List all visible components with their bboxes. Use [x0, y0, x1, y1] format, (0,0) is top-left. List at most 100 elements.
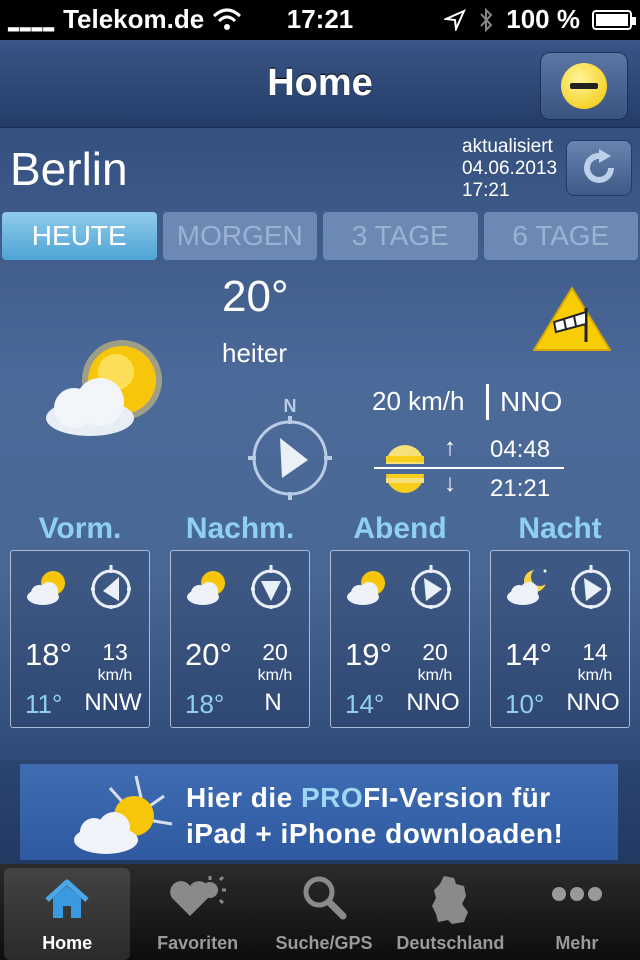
promo-text-pro: PRO: [300, 782, 364, 813]
tab-3-tage[interactable]: 3 TAGE: [323, 212, 478, 260]
tabbar-mehr[interactable]: Mehr: [514, 864, 640, 960]
period-box: 19° 20 km/h 14° NNO: [330, 550, 470, 728]
battery-percent: 100 %: [506, 4, 580, 34]
updated-date: 04.06.2013: [462, 158, 558, 179]
weather-panel: Berlin aktualisiert 04.06.2013 17:21 HEU…: [0, 128, 640, 760]
period-wind-speed: 20: [262, 639, 288, 665]
sunrise-arrow-icon: ↑: [444, 434, 456, 461]
period-wind-speed: 20: [422, 639, 448, 665]
status-bar: ▂▂▂▂ Telekom.de 17:21 100 %: [0, 0, 640, 40]
location-icon: [444, 8, 467, 31]
current-condition: heiter: [222, 338, 288, 368]
period-temp-max: 20°: [185, 637, 232, 672]
tabbar-label: Suche/GPS: [275, 933, 373, 953]
period-temp-max: 18°: [25, 637, 72, 672]
period-wind-unit: km/h: [417, 667, 453, 684]
period-temp-max: 14°: [505, 637, 552, 672]
navigation-bar: Home: [0, 40, 640, 128]
wind-direction-icon: [411, 565, 451, 609]
tabbar-suche-gps[interactable]: Suche/GPS: [261, 864, 387, 960]
updated-info: aktualisiert 04.06.2013 17:21: [462, 136, 557, 202]
tab-6-tage[interactable]: 6 TAGE: [483, 212, 638, 260]
period-box: 20° 20 km/h 18° N: [170, 550, 310, 728]
sun-cloud-icon: [74, 775, 173, 854]
forecast-tabs: HEUTE MORGEN 3 TAGE 6 TAGE: [2, 212, 638, 260]
period-temp-min: 14°: [345, 689, 385, 719]
current-temperature: 20°: [222, 272, 289, 321]
germany-map-icon: [432, 876, 469, 924]
wind-direction-icon: [251, 565, 291, 609]
period-name: Nachm.: [185, 512, 295, 545]
period-temp-min: 11°: [25, 689, 63, 719]
period-wind-dir: NNO: [566, 689, 620, 716]
period-temp-max: 19°: [345, 637, 392, 672]
tabbar-label: Favoriten: [157, 933, 239, 953]
period-name: Nacht: [518, 512, 602, 545]
wind-speed: 20 km/h: [372, 386, 465, 416]
period-wind-dir: N: [264, 689, 282, 716]
period-wind-unit: km/h: [577, 667, 613, 684]
period-vormittag[interactable]: Vorm. 18° 13 km/h 11° NNW: [0, 508, 160, 760]
battery-icon: [592, 9, 636, 30]
tab-morgen[interactable]: MORGEN: [162, 212, 317, 260]
minus-icon: [561, 63, 607, 109]
tabbar-deutschland[interactable]: Deutschland: [387, 864, 513, 960]
compass-icon: N: [248, 396, 332, 500]
tab-heute[interactable]: HEUTE: [2, 212, 157, 260]
favorites-icon: [169, 875, 226, 916]
period-wind-dir: NNO: [406, 689, 460, 716]
sun-divider: [374, 467, 564, 469]
tabbar-favoriten[interactable]: Favoriten: [134, 864, 260, 960]
tabbar-home[interactable]: Home: [4, 868, 131, 960]
period-wind-unit: km/h: [97, 667, 133, 684]
period-wind-speed: 14: [582, 639, 608, 665]
sun-cloud-icon: [187, 571, 225, 605]
promo-text-pre: Hier die: [186, 782, 301, 813]
tab-bar: Home Favoriten Suche/GPS Deutschland Meh…: [0, 864, 640, 960]
tabbar-label: Deutschland: [396, 933, 505, 953]
period-nachmittag[interactable]: Nachm. 20° 20 km/h 18° N: [160, 508, 320, 760]
sun-cloud-icon: [347, 571, 385, 605]
sunrise-sunset-icon: [386, 445, 424, 493]
compass-north-label: N: [284, 396, 297, 416]
updated-label: aktualisiert: [462, 136, 553, 157]
updated-time: 17:21: [462, 180, 510, 201]
period-temp-min: 18°: [185, 689, 225, 719]
period-wind-unit: km/h: [257, 667, 293, 684]
home-icon: [45, 879, 89, 918]
promo-banner[interactable]: Hier die PROFI-Version für iPad + iPhone…: [0, 760, 640, 864]
promo-line-1: Hier die PROFI-Version für: [186, 782, 551, 814]
wind-divider: [486, 384, 489, 420]
wind-direction-icon: [91, 565, 131, 609]
bluetooth-icon: [480, 7, 493, 32]
more-icon: [551, 887, 602, 901]
sunset-arrow-icon: ↓: [444, 470, 456, 497]
period-wind-speed: 13: [102, 639, 128, 665]
period-name: Vorm.: [38, 512, 122, 545]
tabbar-label: Mehr: [555, 933, 599, 953]
promo-banner-content: Hier die PROFI-Version für iPad + iPhone…: [20, 764, 618, 860]
sunset-time: 21:21: [490, 475, 551, 502]
sun-cloud-icon: [27, 571, 65, 605]
sunrise-time: 04:48: [490, 436, 551, 463]
remove-location-button[interactable]: [540, 52, 628, 120]
period-abend[interactable]: Abend 19° 20 km/h 14° NNO: [320, 508, 480, 760]
city-name: Berlin: [10, 143, 128, 195]
wind-direction-icon: [571, 565, 611, 609]
refresh-button[interactable]: [566, 140, 632, 196]
moon-cloud-icon: [507, 568, 549, 605]
day-periods: Vorm. 18° 13 km/h 11° NNW Nachm. 20° 20 …: [0, 508, 640, 760]
period-nacht[interactable]: Nacht 14° 14 km/h 10° NNO: [480, 508, 640, 760]
period-box: 18° 13 km/h 11° NNW: [10, 550, 150, 728]
tabbar-label: Home: [42, 933, 93, 953]
sun-cloud-icon: [46, 340, 162, 436]
wind-warning-icon[interactable]: [530, 284, 614, 354]
search-icon: [303, 876, 347, 920]
period-wind-dir: NNW: [84, 689, 142, 716]
period-temp-min: 10°: [505, 689, 545, 719]
wind-direction: NNO: [500, 386, 563, 417]
promo-line-2: iPad + iPhone downloaden!: [186, 818, 564, 849]
promo-text-post: FI-Version für: [363, 782, 551, 813]
refresh-icon: [584, 149, 614, 183]
period-name: Abend: [353, 512, 447, 545]
